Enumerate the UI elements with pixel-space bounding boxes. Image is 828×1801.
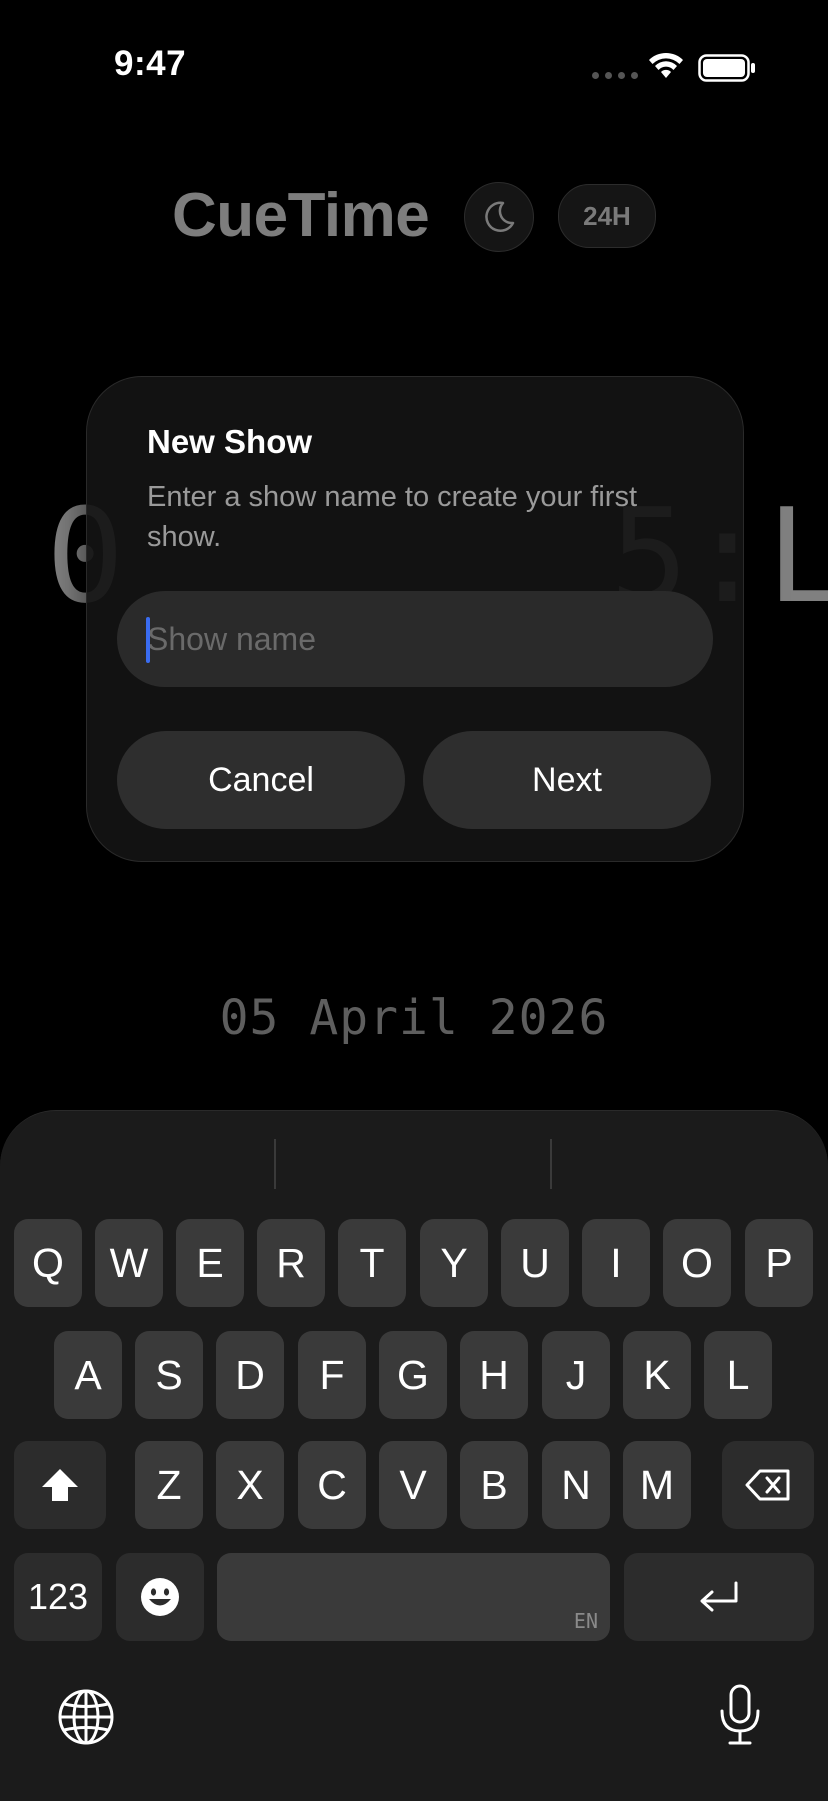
keyboard: Q W E R T Y U I O P A S D F G H J K L Z … bbox=[0, 1110, 828, 1801]
battery-icon bbox=[698, 54, 755, 82]
dialog-message: Enter a show name to create your first s… bbox=[147, 481, 637, 553]
key-m[interactable]: M bbox=[623, 1441, 691, 1529]
globe-icon[interactable] bbox=[56, 1687, 116, 1747]
microphone-icon[interactable] bbox=[716, 1683, 764, 1747]
key-h[interactable]: H bbox=[460, 1331, 528, 1419]
numbers-key[interactable]: 123 bbox=[14, 1553, 102, 1641]
date-display: 05 April 2026 bbox=[219, 990, 609, 1046]
key-x[interactable]: X bbox=[216, 1441, 284, 1529]
shift-icon bbox=[42, 1469, 78, 1501]
delete-key[interactable] bbox=[722, 1441, 814, 1529]
text-caret bbox=[146, 617, 150, 663]
key-r[interactable]: R bbox=[257, 1219, 325, 1307]
key-c[interactable]: C bbox=[298, 1441, 366, 1529]
key-a[interactable]: A bbox=[54, 1331, 122, 1419]
emoji-icon bbox=[141, 1578, 179, 1616]
key-y[interactable]: Y bbox=[420, 1219, 488, 1307]
key-i[interactable]: I bbox=[582, 1219, 650, 1307]
return-key[interactable] bbox=[624, 1553, 814, 1641]
wifi-icon bbox=[649, 52, 683, 78]
show-name-input[interactable] bbox=[117, 591, 713, 687]
key-o[interactable]: O bbox=[663, 1219, 731, 1307]
signal-dots-icon bbox=[592, 72, 638, 79]
key-k[interactable]: K bbox=[623, 1331, 691, 1419]
new-show-dialog: New Show Enter a show name to create you… bbox=[86, 376, 744, 862]
key-e[interactable]: E bbox=[176, 1219, 244, 1307]
key-d[interactable]: D bbox=[216, 1331, 284, 1419]
next-button[interactable]: Next bbox=[423, 731, 711, 829]
key-u[interactable]: U bbox=[501, 1219, 569, 1307]
key-z[interactable]: Z bbox=[135, 1441, 203, 1529]
theme-toggle-button[interactable] bbox=[464, 182, 534, 252]
key-j[interactable]: J bbox=[542, 1331, 610, 1419]
app-title: CueTime bbox=[172, 181, 430, 250]
suggestion-divider bbox=[550, 1139, 552, 1189]
key-f[interactable]: F bbox=[298, 1331, 366, 1419]
status-time: 9:47 bbox=[114, 44, 187, 83]
space-language-label: EN bbox=[573, 1609, 598, 1633]
clock-format-button[interactable]: 24H bbox=[558, 184, 656, 248]
key-q[interactable]: Q bbox=[14, 1219, 82, 1307]
moon-icon bbox=[485, 201, 515, 233]
key-s[interactable]: S bbox=[135, 1331, 203, 1419]
key-b[interactable]: B bbox=[460, 1441, 528, 1529]
key-l[interactable]: L bbox=[704, 1331, 772, 1419]
suggestion-divider bbox=[274, 1139, 276, 1189]
backspace-icon bbox=[745, 1469, 790, 1501]
key-g[interactable]: G bbox=[379, 1331, 447, 1419]
status-bar: 9:47 bbox=[0, 0, 828, 120]
key-w[interactable]: W bbox=[95, 1219, 163, 1307]
cancel-button[interactable]: Cancel bbox=[117, 731, 405, 829]
app-header: CueTime 24H bbox=[0, 180, 828, 260]
return-icon bbox=[700, 1581, 738, 1612]
key-p[interactable]: P bbox=[745, 1219, 813, 1307]
key-v[interactable]: V bbox=[379, 1441, 447, 1529]
space-key[interactable]: EN bbox=[217, 1553, 610, 1641]
shift-key[interactable] bbox=[14, 1441, 106, 1529]
key-n[interactable]: N bbox=[542, 1441, 610, 1529]
dialog-title: New Show bbox=[147, 423, 313, 460]
emoji-key[interactable] bbox=[116, 1553, 204, 1641]
key-t[interactable]: T bbox=[338, 1219, 406, 1307]
